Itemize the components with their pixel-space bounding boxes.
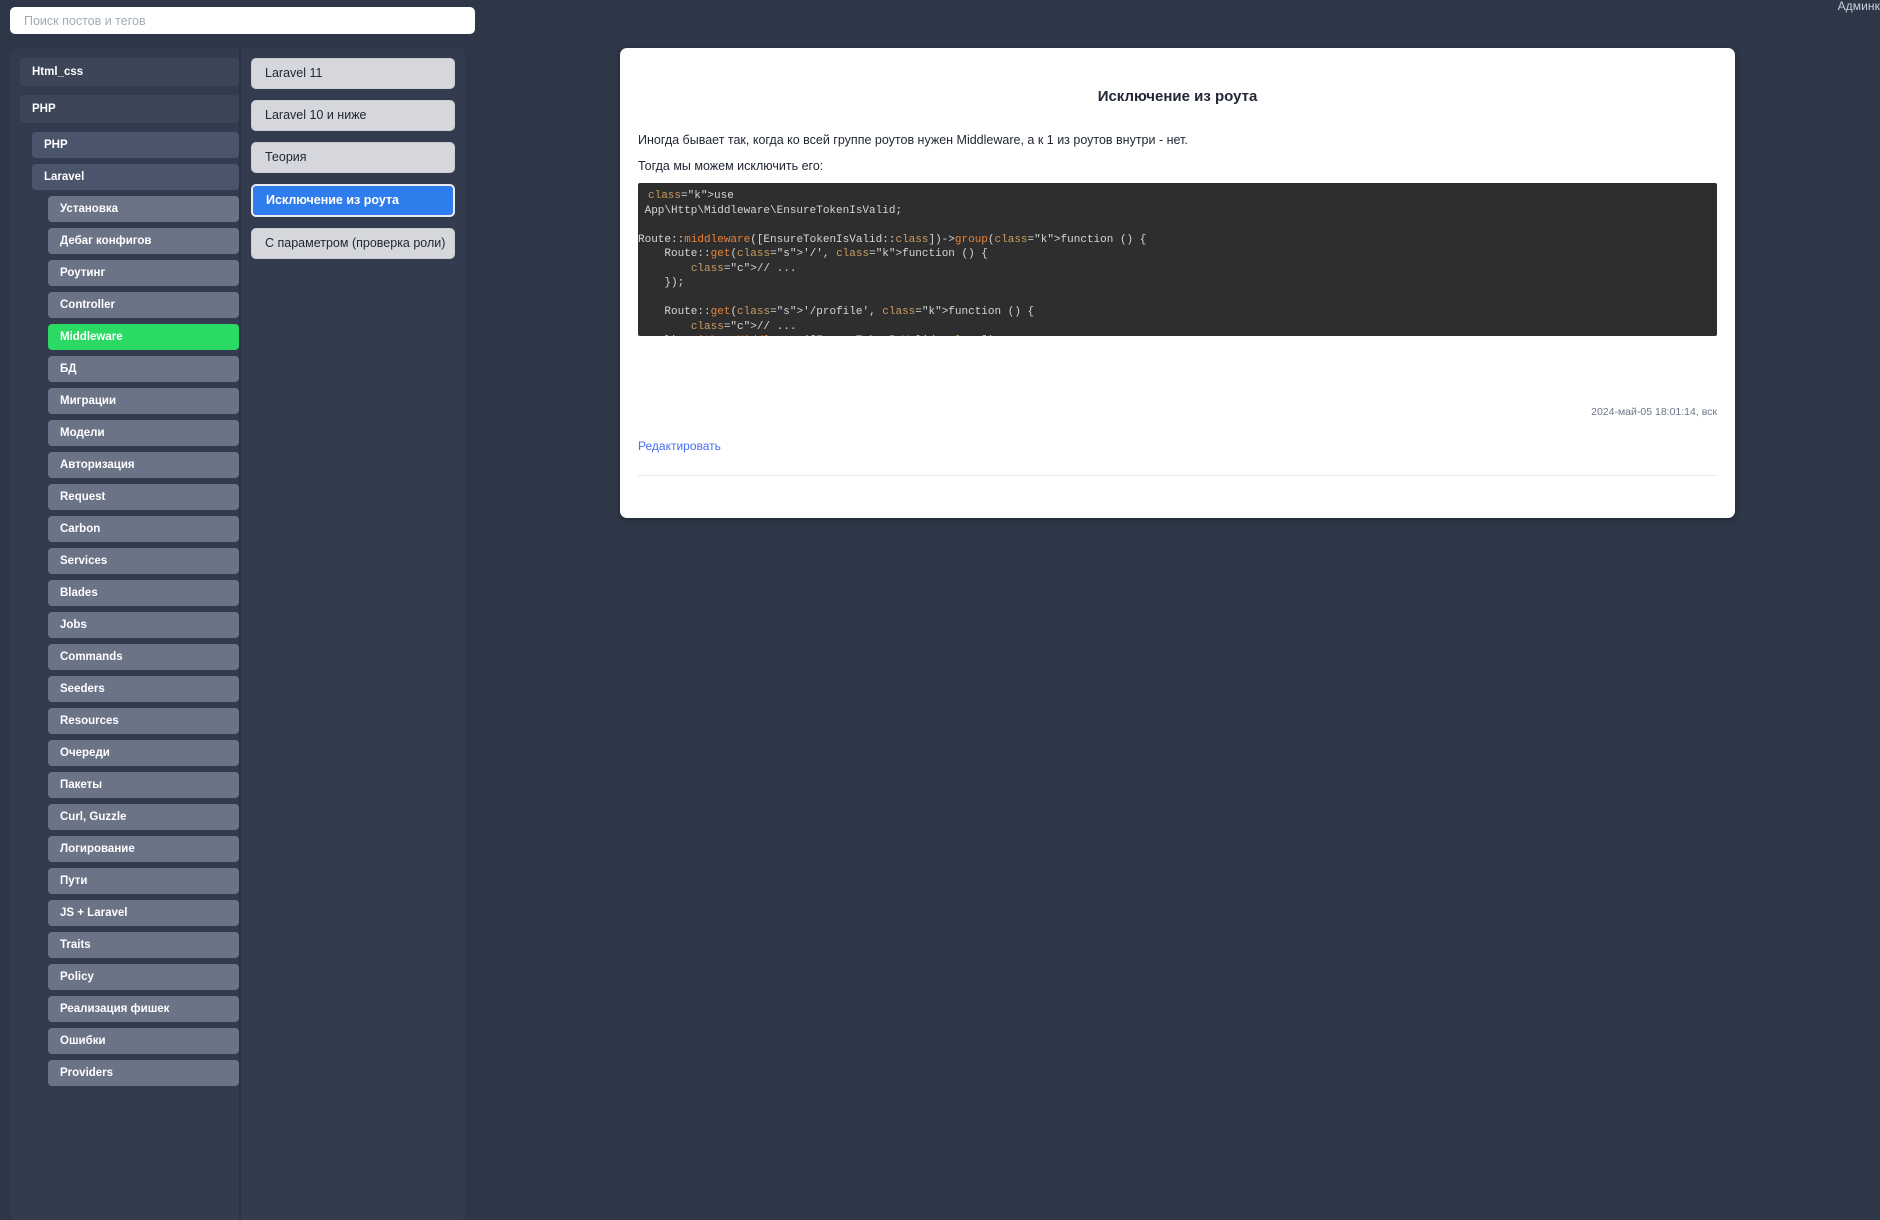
article-paragraph-2: Тогда мы можем исключить его: (638, 159, 824, 174)
post-item-3[interactable]: Исключение из роута (251, 184, 455, 217)
page-title: Исключение из роута (1097, 88, 1258, 105)
sidebar-item-13[interactable]: Request (48, 484, 239, 510)
sidebar-item-2[interactable]: PHP (32, 132, 239, 158)
sidebar-item-18[interactable]: Commands (48, 644, 239, 670)
sidebar-item-5[interactable]: Дебаг конфигов (48, 228, 239, 254)
edit-link[interactable]: Редактировать (638, 439, 721, 453)
sidebar-item-11[interactable]: Модели (48, 420, 239, 446)
card-divider (638, 475, 1717, 476)
sidebar-item-17[interactable]: Jobs (48, 612, 239, 638)
post-item-0[interactable]: Laravel 11 (251, 58, 455, 89)
sidebar-item-26[interactable]: JS + Laravel (48, 900, 239, 926)
sidebar-item-10[interactable]: Миграции (48, 388, 239, 414)
sidebar-item-31[interactable]: Providers (48, 1060, 239, 1086)
sidebar-item-21[interactable]: Очереди (48, 740, 239, 766)
sidebar-item-8[interactable]: Middleware (48, 324, 239, 350)
sidebar-item-3[interactable]: Laravel (32, 164, 239, 190)
sidebar-item-7[interactable]: Controller (48, 292, 239, 318)
sidebar-item-16[interactable]: Blades (48, 580, 239, 606)
sidebar-item-4[interactable]: Установка (48, 196, 239, 222)
admin-link[interactable]: Админк (1838, 0, 1880, 13)
article-date: 2024-май-05 18:01:14, вск (1591, 406, 1717, 418)
article-paragraph-1: Иногда бывает так, когда ко всей группе … (638, 133, 1188, 147)
category-sidebar: Html_css PHP PHP Laravel Установка Дебаг конф… (10, 48, 239, 1102)
search-input[interactable] (10, 7, 475, 34)
sidebar-item-25[interactable]: Пути (48, 868, 239, 894)
sidebar-item-29[interactable]: Реализация фишек (48, 996, 239, 1022)
sidebar-item-24[interactable]: Логирование (48, 836, 239, 862)
post-item-4[interactable]: С параметром (проверка роли) (251, 228, 455, 259)
search-container (10, 7, 475, 34)
post-item-1[interactable]: Laravel 10 и ниже (251, 100, 455, 131)
sidebar-item-1[interactable]: PHP (20, 95, 239, 123)
code-snippet: class="k">use App\Http\Middleware\Ensure… (638, 183, 1717, 337)
sidebar-item-9[interactable]: БД (48, 356, 239, 382)
sidebar-item-15[interactable]: Services (48, 548, 239, 574)
sidebar-item-14[interactable]: Carbon (48, 516, 239, 542)
post-item-2[interactable]: Теория (251, 142, 455, 173)
sidebar-item-0[interactable]: Html_css (20, 58, 239, 86)
post-list-panel: Laravel 11 Laravel 10 и ниже Теория Исключе… (239, 48, 465, 1220)
sidebar-item-12[interactable]: Авторизация (48, 452, 239, 478)
sidebar-item-30[interactable]: Ошибки (48, 1028, 239, 1054)
article-card: Исключение из роута Иногда бывает так, к… (620, 48, 1735, 518)
sidebar-item-19[interactable]: Seeders (48, 676, 239, 702)
sidebar-item-22[interactable]: Пакеты (48, 772, 239, 798)
sidebar-item-23[interactable]: Curl, Guzzle (48, 804, 239, 830)
navigation-panels: Html_css PHP PHP Laravel Установка Дебаг конф… (10, 48, 465, 1220)
sidebar-item-28[interactable]: Policy (48, 964, 239, 990)
sidebar-item-27[interactable]: Traits (48, 932, 239, 958)
sidebar-item-6[interactable]: Роутинг (48, 260, 239, 286)
sidebar-item-20[interactable]: Resources (48, 708, 239, 734)
